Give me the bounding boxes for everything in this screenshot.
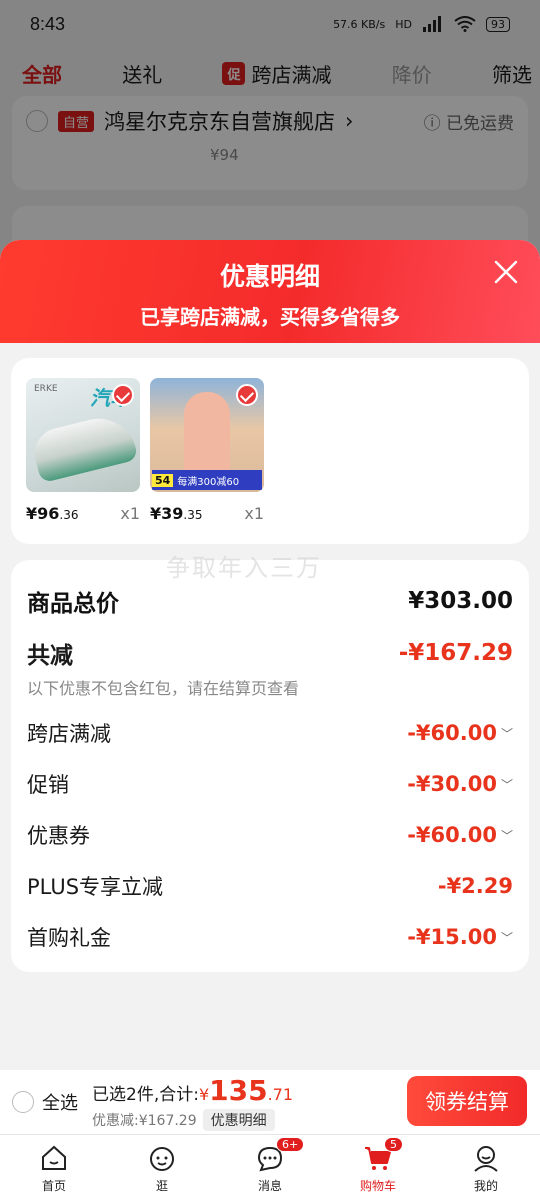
close-icon[interactable] bbox=[494, 260, 518, 284]
total-price-value: ¥303.00 bbox=[408, 588, 513, 614]
discount-row-coupon[interactable]: 优惠券 -¥60.00 ﹀ bbox=[27, 820, 513, 850]
discount-detail-sheet: 优惠明细 已享跨店满减，买得多省得多 ERKE 汽车 ¥96.36 x1 54 每… bbox=[0, 240, 540, 1070]
nav-browse[interactable]: 逛 bbox=[108, 1135, 216, 1200]
discount-row-plus: PLUS专享立减 -¥2.29 bbox=[27, 874, 513, 899]
home-icon bbox=[42, 1145, 66, 1170]
product-price: ¥96.36 bbox=[26, 504, 79, 523]
cart-summary: 已选2件,合计: ¥ 135 .71 优惠减:¥167.29 优惠明细 bbox=[92, 1073, 294, 1131]
profile-icon bbox=[474, 1146, 498, 1172]
total-amount: 135 bbox=[209, 1073, 268, 1107]
total-reduction-value: -¥167.29 bbox=[398, 640, 513, 666]
select-all-label: 全选 bbox=[42, 1093, 78, 1114]
cart-badge: 5 bbox=[384, 1137, 403, 1152]
product-item[interactable]: ERKE 汽车 ¥96.36 x1 bbox=[26, 378, 140, 523]
chevron-down-icon: ﹀ bbox=[500, 828, 513, 843]
product-image-apparel: 54 每满300减60 bbox=[150, 378, 264, 492]
discount-row-first-purchase[interactable]: 首购礼金 -¥15.00 ﹀ bbox=[27, 922, 513, 952]
message-badge: 6+ bbox=[276, 1137, 305, 1152]
select-all-radio[interactable] bbox=[12, 1091, 34, 1113]
total-price-row: 商品总价 ¥303.00 bbox=[27, 588, 513, 617]
nav-home[interactable]: 首页 bbox=[0, 1135, 108, 1200]
shoe-icon bbox=[29, 410, 139, 484]
browse-icon bbox=[150, 1147, 174, 1171]
bottom-nav: 首页 逛 消息 6+ 购物车 5 我的 bbox=[0, 1134, 540, 1200]
chevron-down-icon: ﹀ bbox=[500, 726, 513, 741]
nav-messages[interactable]: 消息 6+ bbox=[216, 1135, 324, 1200]
promo-ribbon: 54 每满300减60 bbox=[152, 470, 262, 490]
chevron-down-icon: ﹀ bbox=[500, 777, 513, 792]
nav-cart[interactable]: 购物车 5 bbox=[324, 1135, 432, 1200]
select-all-toggle[interactable]: 全选 bbox=[12, 1089, 78, 1115]
product-image-shoe: ERKE 汽车 bbox=[26, 378, 140, 492]
product-item[interactable]: 54 每满300减60 ¥39.35 x1 bbox=[150, 378, 264, 523]
product-price: ¥39.35 bbox=[150, 504, 203, 523]
model-figure-icon bbox=[184, 392, 230, 482]
nav-me[interactable]: 我的 bbox=[432, 1135, 540, 1200]
product-qty: x1 bbox=[120, 504, 140, 523]
chevron-down-icon: ﹀ bbox=[500, 930, 513, 945]
discount-summary: 优惠减:¥167.29 bbox=[92, 1112, 197, 1129]
sheet-title: 优惠明细 bbox=[219, 262, 320, 291]
selected-products-card: ERKE 汽车 ¥96.36 x1 54 每满300减60 ¥39.35 x1 bbox=[11, 358, 529, 544]
discount-detail-link[interactable]: 优惠明细 bbox=[202, 1108, 275, 1131]
product-qty: x1 bbox=[244, 504, 264, 523]
watermark-text: 争取年入三万 bbox=[166, 554, 322, 582]
selected-count-text: 已选2件,合计: bbox=[92, 1084, 199, 1105]
checkout-button[interactable]: 领券结算 bbox=[407, 1076, 527, 1126]
sheet-subtitle: 已享跨店满减，买得多省得多 bbox=[140, 305, 400, 329]
discount-row-promotion[interactable]: 促销 -¥30.00 ﹀ bbox=[27, 769, 513, 799]
check-icon bbox=[236, 384, 258, 406]
discount-row-cross-store[interactable]: 跨店满减 -¥60.00 ﹀ bbox=[27, 718, 513, 748]
total-reduction-row: 共减 -¥167.29 bbox=[27, 640, 513, 669]
sheet-header: 优惠明细 已享跨店满减，买得多省得多 bbox=[0, 240, 540, 343]
checkout-bar: 全选 已选2件,合计: ¥ 135 .71 优惠减:¥167.29 优惠明细 领… bbox=[0, 1070, 540, 1134]
check-icon bbox=[112, 384, 134, 406]
price-breakdown-card: 商品总价 ¥303.00 共减 -¥167.29 以下优惠不包含红包，请在结算页… bbox=[11, 560, 529, 972]
brand-logo-icon: ERKE bbox=[34, 384, 58, 394]
reduction-note: 以下优惠不包含红包，请在结算页查看 bbox=[27, 679, 300, 698]
